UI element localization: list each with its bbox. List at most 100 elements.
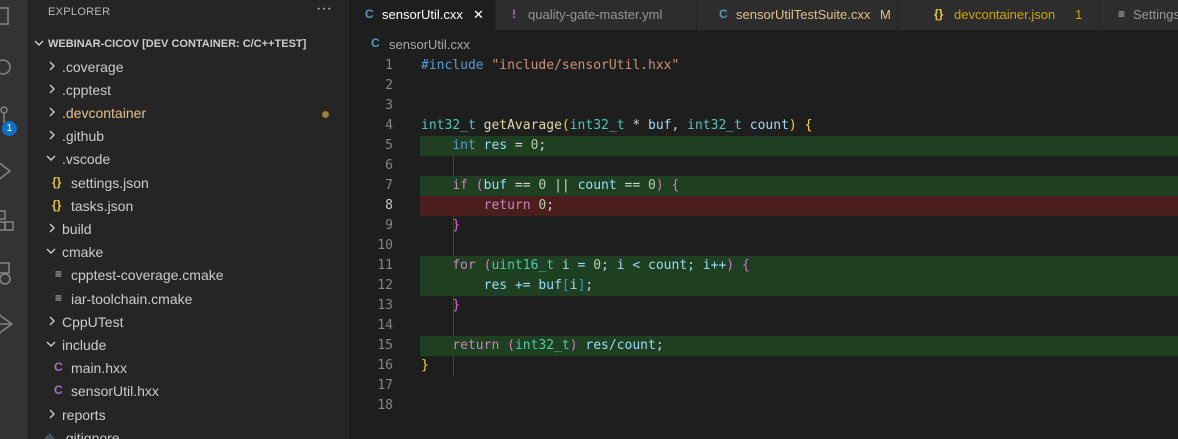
tree-item-label: .devcontainer [62,105,147,121]
workspace-root[interactable]: WEBINAR-CICOV [DEV CONTAINER: C/C++TEST] [27,34,349,54]
code-token: "include/sensorUtil.hxx" [491,58,680,73]
yaml-file-icon: ! [512,7,516,21]
code-line-current: 8 return 0; [349,196,1178,216]
more-actions-button[interactable]: ··· [316,0,332,18]
tree-item-label: CppUTest [62,314,124,330]
json-file-icon: {} [52,198,62,212]
tree-file-main-hxx[interactable]: C main.hxx [27,357,349,380]
cpp-file-icon: C [54,360,63,374]
tree-item-label: build [62,221,92,237]
tree-item-label: settings.json [71,175,149,191]
code-token: 0 [648,178,656,193]
code-line: 6 [349,156,1178,176]
activity-bar: 1 [0,0,27,439]
search-icon[interactable] [0,58,14,78]
code-token: 0 [593,258,602,273]
tree-file-tasks-json[interactable]: {} tasks.json [27,195,349,218]
test-tool-icon[interactable] [0,312,14,336]
tree-folder-coverage[interactable]: .coverage [27,56,349,79]
tree-folder-cmake[interactable]: cmake [27,241,349,264]
cpp-file-icon: C [719,7,728,21]
code-token: getAvarage [483,118,562,133]
tree-file-cpptest-coverage-cmake[interactable]: ≡ cpptest-coverage.cmake [27,264,349,287]
json-file-icon: {} [934,7,944,21]
code-line: 15 return (int32_t) res/count; [349,336,1178,356]
tree-item-label: tasks.json [71,198,134,214]
code-line: 2 [349,76,1178,96]
tree-file-sensorutil-hxx[interactable]: C sensorUtil.hxx [27,380,349,403]
cpp-file-icon: C [371,36,380,50]
code-token: == [507,178,539,193]
code-line: 14 [349,316,1178,336]
breadcrumb-file[interactable]: sensorUtil.cxx [389,37,470,52]
tree-folder-include[interactable]: include [27,334,349,357]
line-number: 7 [385,178,393,193]
tree-folder-vscode[interactable]: .vscode [27,148,349,171]
chevron-down-icon [46,341,56,347]
code-token: int32_t [569,118,625,133]
code-line: 4 int32_t getAvarage(int32_t * buf, int3… [349,116,1178,136]
tree-folder-build[interactable]: build [27,218,349,241]
code-token: int32_t [421,118,476,133]
code-token: uint16_t [491,258,555,273]
tree-folder-reports[interactable]: reports [27,404,349,427]
run-debug-icon[interactable] [0,160,14,182]
code-editor[interactable]: 1 #include "include/sensorUtil.hxx" 2 3 … [349,56,1178,439]
line-number: 11 [377,258,393,273]
tab-sensorutiltestsuite-cxx[interactable]: C sensorUtilTestSuite.cxx M [697,0,897,30]
code-token: } [452,218,461,233]
tree-item-label: .cpptest [62,82,112,98]
code-token: i = [554,258,594,273]
line-number: 17 [377,378,393,393]
tab-sensorutil-cxx[interactable]: C sensorUtil.cxx ✕ [349,0,495,30]
code-token: buf [648,118,672,133]
code-line: 13 } [349,296,1178,316]
code-line: 12 res += buf[i]; [349,276,1178,296]
modified-indicator: M [880,7,891,22]
tab-devcontainer-json[interactable]: {} devcontainer.json 1 [898,0,1098,30]
line-number: 16 [377,358,393,373]
remote-explorer-icon[interactable] [0,262,14,286]
cpp-file-icon: C [54,383,63,397]
code-token: ) [788,118,797,133]
code-token: int32_t [514,338,570,353]
tree-folder-devcontainer[interactable]: .devcontainer [27,102,349,125]
line-number: 12 [377,278,393,293]
settings-file-icon: ≡ [1118,7,1126,21]
close-icon[interactable]: ✕ [473,7,484,23]
tree-file-gitignore[interactable]: ◆ .gitignore [27,427,349,439]
explorer-sidebar: EXPLORER ··· WEBINAR-CICOV [DEV CONTAINE… [27,0,349,439]
tree-folder-cpputest[interactable]: CppUTest [27,311,349,334]
line-number: 10 [377,238,393,253]
tree-item-label: include [62,337,107,353]
files-icon[interactable] [0,6,10,26]
code-token: { [804,118,813,133]
tree-folder-github[interactable]: .github [27,125,349,148]
chevron-right-icon [49,61,55,71]
code-token: , [671,118,688,133]
tab-label: Settings [1133,7,1178,22]
scm-count-badge: 1 [2,121,17,136]
explorer-title: EXPLORER [48,6,111,18]
cmake-file-icon: ≡ [55,291,63,305]
tree-item-label: iar-toolchain.cmake [71,291,193,307]
tree-file-settings-json[interactable]: {} settings.json [27,172,349,195]
tab-quality-gate-master-yml[interactable]: ! quality-gate-master.yml [496,0,696,30]
tree-folder-cpptest[interactable]: .cpptest [27,79,349,102]
code-line: 1 #include "include/sensorUtil.hxx" [349,56,1178,76]
code-line: 16 } [349,356,1178,376]
tree-file-iar-toolchain-cmake[interactable]: ≡ iar-toolchain.cmake [27,288,349,311]
code-token: res/count; [577,338,664,353]
code-token: { [741,258,750,273]
code-line: 10 [349,236,1178,256]
code-line: 18 [349,396,1178,416]
line-number: 9 [385,218,393,233]
line-number: 8 [385,198,393,213]
code-token: ) [569,338,578,353]
line-number: 14 [377,318,393,333]
code-token: ; [546,198,555,213]
extensions-icon[interactable] [0,210,14,232]
tab-settings[interactable]: ≡ Settings [1099,0,1178,30]
chevron-down-icon [46,155,56,161]
code-line: 11 for (uint16_t i = 0; i < count; i++) … [349,256,1178,276]
